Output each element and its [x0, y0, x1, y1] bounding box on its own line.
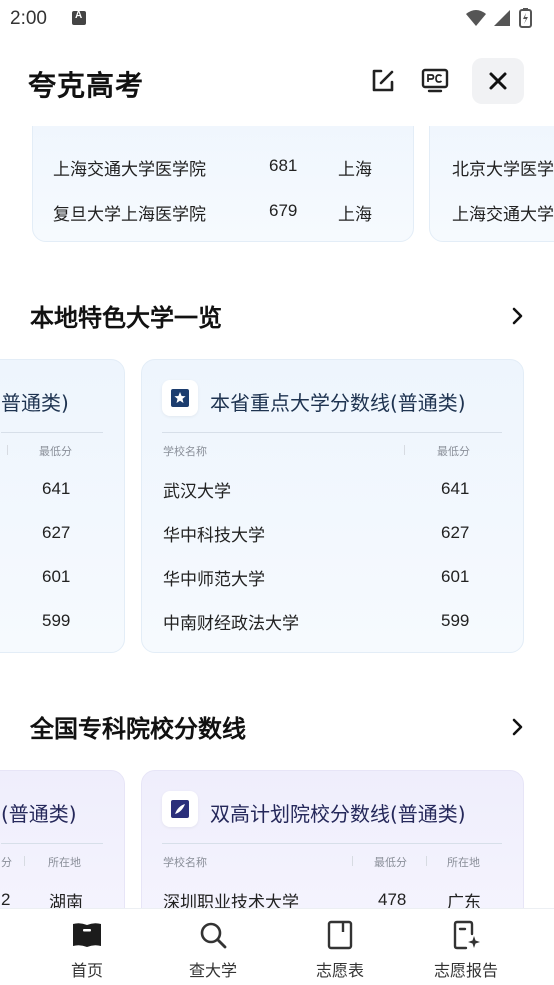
school-score: 478 [378, 890, 407, 908]
wifi-icon [466, 10, 486, 26]
double-high-plan-card[interactable]: 双高计划院校分数线(普通类) 学校名称 最低分 所在地 深圳职业技术大学 478… [141, 770, 524, 908]
school-score: 681 [269, 156, 298, 175]
column-header-min: 最低分 [374, 856, 407, 869]
search-icon [200, 922, 227, 949]
card-title-fragment: (普通类) [1, 802, 77, 826]
school-score: 601 [441, 567, 470, 586]
section-title-local: 本地特色大学一览 [30, 304, 222, 332]
top-ranking-card[interactable]: 上海交通大学医学院 681 上海 复旦大学上海医学院 679 上海 [32, 126, 414, 242]
card-logo [162, 380, 198, 416]
school-score: 641 [42, 479, 71, 498]
column-header-min: 最低分 [437, 445, 470, 458]
book-icon [73, 923, 101, 947]
card-logo [162, 791, 198, 827]
school-score: 679 [269, 201, 298, 220]
pc-mode-icon[interactable] [420, 66, 450, 96]
column-header-location: 所在地 [48, 856, 81, 869]
signal-icon [494, 10, 510, 26]
school-score: 599 [42, 611, 71, 630]
school-name: 上海交通大学 [452, 205, 554, 225]
provincial-key-university-card[interactable]: 本省重点大学分数线(普通类) 学校名称 最低分 武汉大学 641 华中科技大学 … [141, 359, 524, 653]
school-name[interactable]: 华中科技大学 [163, 521, 265, 546]
card-title: 本省重点大学分数线(普通类) [210, 391, 466, 415]
school-name: 上海交通大学医学院 [53, 160, 206, 180]
page-title: 夸克高考 [28, 69, 145, 102]
nav-label: 首页 [70, 961, 103, 980]
bottom-nav: 首页 查大学 志愿表 志愿报告 [0, 908, 554, 985]
school-location: 上海 [338, 160, 372, 180]
nav-item-home[interactable]: 首页 [37, 909, 137, 985]
close-icon [489, 72, 507, 90]
school-name[interactable]: 华中师范大学 [163, 565, 265, 590]
column-header-min: 最低分 [39, 445, 72, 458]
school-score: 627 [441, 523, 470, 542]
nav-item-search-university[interactable]: 查大学 [163, 909, 263, 985]
star-badge-icon [171, 389, 189, 407]
column-header-school: 学校名称 [163, 445, 207, 458]
local-card-prev[interactable]: 普通类) 最低分 641 627 601 599 [0, 359, 125, 653]
school-location: 广东 [447, 893, 481, 908]
double-high-logo-icon [171, 800, 189, 818]
school-name[interactable]: 深圳职业技术大学 [163, 888, 299, 908]
school-name[interactable]: 武汉大学 [163, 477, 231, 502]
edit-icon[interactable] [368, 66, 398, 96]
notification-icon [72, 10, 86, 25]
chevron-right-icon[interactable] [506, 716, 528, 738]
content-scroll-area[interactable]: 上海交通大学医学院 681 上海 复旦大学上海医学院 679 上海 北京大学医学… [0, 126, 554, 908]
school-name: 复旦大学上海医学院 [53, 205, 206, 225]
report-sparkle-icon [453, 920, 480, 950]
card-title-fragment: 普通类) [1, 391, 69, 415]
school-score: 599 [441, 611, 470, 630]
school-score: 627 [42, 523, 71, 542]
section-title-vocational: 全国专科院校分数线 [30, 715, 246, 743]
nav-label: 查大学 [188, 961, 237, 980]
school-score: 641 [441, 479, 470, 498]
nav-item-application-form[interactable]: 志愿表 [290, 909, 390, 985]
column-header-location: 所在地 [447, 856, 480, 869]
column-header-min: 分 [1, 856, 12, 869]
card-title: 双高计划院校分数线(普通类) [210, 802, 466, 826]
app-header: 夸克高考 [0, 38, 554, 126]
school-score: 601 [42, 567, 71, 586]
status-time: 2:00 [10, 8, 47, 29]
school-location: 上海 [338, 205, 372, 225]
status-icons [466, 8, 532, 28]
status-bar: 2:00 [0, 0, 554, 38]
school-name: 北京大学医学 [452, 160, 554, 180]
school-score: 2 [1, 890, 11, 908]
form-icon [327, 920, 353, 950]
nav-label: 志愿报告 [433, 961, 498, 980]
close-button[interactable] [472, 58, 524, 104]
column-header-school: 学校名称 [163, 856, 207, 869]
school-location: 湖南 [49, 893, 83, 908]
nav-item-application-report[interactable]: 志愿报告 [416, 909, 516, 985]
school-name[interactable]: 中南财经政法大学 [163, 609, 299, 634]
nav-label: 志愿表 [315, 961, 364, 980]
vocational-card-prev[interactable]: (普通类) 分 所在地 2 湖南 [0, 770, 125, 908]
chevron-right-icon[interactable] [506, 305, 528, 327]
top-ranking-card-next[interactable]: 北京大学医学 上海交通大学 [429, 126, 554, 242]
